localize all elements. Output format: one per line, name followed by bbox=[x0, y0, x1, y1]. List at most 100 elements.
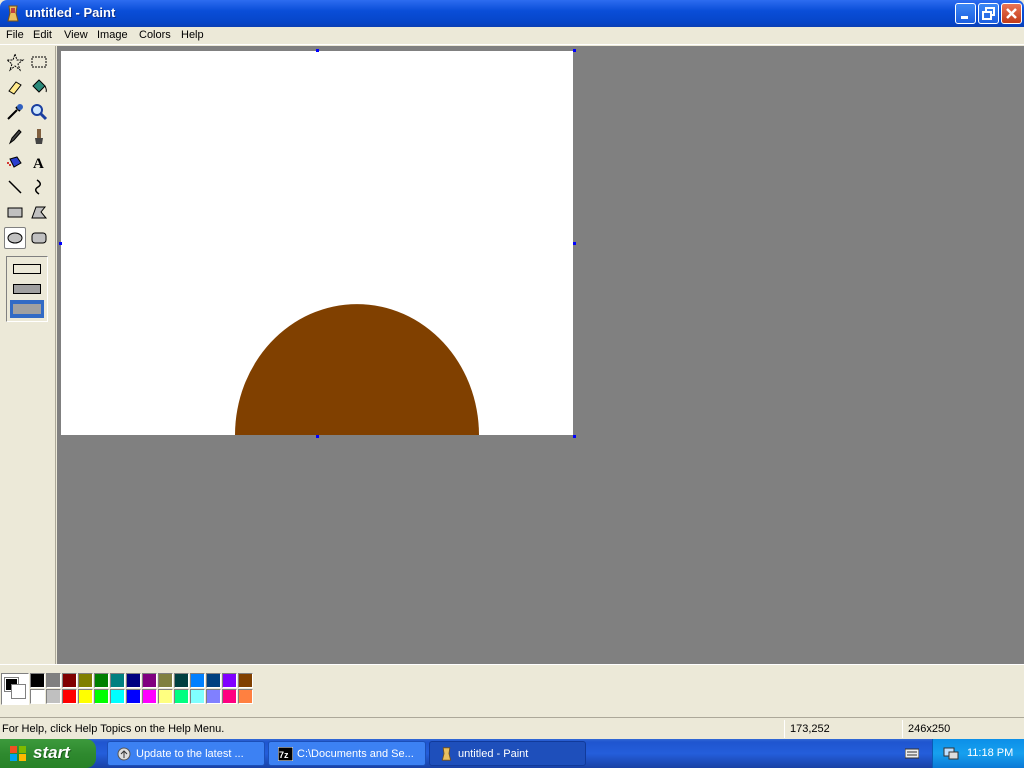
palette-swatch[interactable] bbox=[142, 689, 157, 704]
rounded-rectangle-icon bbox=[31, 232, 47, 244]
menu-view[interactable]: View bbox=[64, 29, 88, 41]
palette-swatch[interactable] bbox=[222, 689, 237, 704]
close-icon bbox=[1006, 8, 1017, 19]
ellipse-icon bbox=[7, 232, 23, 244]
resize-handle-left[interactable] bbox=[59, 242, 62, 245]
rect-select-icon bbox=[31, 56, 47, 68]
svg-text:A: A bbox=[33, 156, 44, 172]
title-bar[interactable]: untitled - Paint bbox=[0, 0, 1024, 27]
color-palette bbox=[30, 673, 256, 705]
palette-swatch[interactable] bbox=[62, 689, 77, 704]
brown-semicircle bbox=[235, 304, 479, 435]
palette-swatch[interactable] bbox=[190, 689, 205, 704]
palette-swatch[interactable] bbox=[126, 673, 141, 688]
palette-swatch[interactable] bbox=[110, 689, 125, 704]
resize-handle-top-right[interactable] bbox=[573, 49, 576, 52]
menu-colors[interactable]: Colors bbox=[139, 29, 171, 41]
rectangle-tool[interactable] bbox=[4, 201, 26, 223]
palette-swatch[interactable] bbox=[110, 673, 125, 688]
keyboard-icon[interactable] bbox=[905, 747, 919, 759]
palette-swatch[interactable] bbox=[142, 673, 157, 688]
curve-icon bbox=[35, 179, 41, 195]
magnifier-tool[interactable] bbox=[28, 101, 50, 123]
brush-tool[interactable] bbox=[28, 126, 50, 148]
star-select-icon bbox=[5, 52, 25, 72]
ellipse-tool[interactable] bbox=[4, 227, 26, 249]
drawing-canvas[interactable] bbox=[61, 51, 573, 435]
palette-swatch[interactable] bbox=[238, 689, 253, 704]
eraser-tool[interactable] bbox=[4, 76, 26, 98]
palette-swatch[interactable] bbox=[30, 689, 45, 704]
minimize-button[interactable] bbox=[955, 3, 976, 24]
background-color bbox=[11, 684, 26, 699]
airbrush-tool[interactable] bbox=[4, 151, 26, 173]
palette-swatch[interactable] bbox=[158, 673, 173, 688]
text-tool[interactable]: A bbox=[28, 151, 50, 173]
select-tool[interactable] bbox=[28, 51, 50, 73]
palette-swatch[interactable] bbox=[46, 673, 61, 688]
taskbar-label-update: Update to the latest ... bbox=[136, 748, 244, 760]
pencil-tool[interactable] bbox=[4, 126, 26, 148]
current-colors bbox=[1, 673, 29, 705]
filled-no-outline-option[interactable] bbox=[10, 300, 44, 318]
menu-image[interactable]: Image bbox=[97, 29, 128, 41]
palette-swatch[interactable] bbox=[78, 673, 93, 688]
palette-swatch[interactable] bbox=[238, 673, 253, 688]
palette-swatch[interactable] bbox=[30, 673, 45, 688]
magnifier-icon bbox=[31, 104, 48, 121]
palette-swatch[interactable] bbox=[190, 673, 205, 688]
status-selection-size: 246x250 bbox=[908, 723, 951, 735]
polygon-icon bbox=[31, 206, 48, 219]
paint-bucket-icon bbox=[32, 79, 47, 93]
window-title: untitled - Paint bbox=[25, 5, 116, 20]
menu-help[interactable]: Help bbox=[181, 29, 204, 41]
palette-swatch[interactable] bbox=[222, 673, 237, 688]
eraser-icon bbox=[8, 81, 22, 95]
tool-box: A bbox=[0, 46, 56, 664]
polygon-tool[interactable] bbox=[28, 201, 50, 223]
palette-swatch[interactable] bbox=[62, 673, 77, 688]
filled-with-outline-option[interactable] bbox=[10, 280, 44, 298]
paint-app-icon bbox=[7, 5, 19, 22]
resize-handle-bottom-right[interactable] bbox=[573, 435, 576, 438]
palette-swatch[interactable] bbox=[206, 673, 221, 688]
7zip-icon: 7z bbox=[278, 747, 293, 761]
fill-tool[interactable] bbox=[28, 76, 50, 98]
free-form-select-tool[interactable] bbox=[4, 51, 26, 73]
palette-swatch[interactable] bbox=[174, 689, 189, 704]
menu-file[interactable]: File bbox=[6, 29, 24, 41]
restore-icon bbox=[982, 7, 995, 20]
start-label: start bbox=[33, 743, 70, 762]
minimize-icon bbox=[961, 16, 968, 19]
palette-swatch[interactable] bbox=[94, 689, 109, 704]
fill-style-options bbox=[6, 256, 48, 322]
curve-tool[interactable] bbox=[28, 176, 50, 198]
rounded-rectangle-tool[interactable] bbox=[28, 227, 50, 249]
resize-handle-right[interactable] bbox=[573, 242, 576, 245]
taskbar-button-7zip[interactable]: 7z C:\Documents and Se... bbox=[268, 741, 426, 766]
taskbar-button-paint[interactable]: untitled - Paint bbox=[429, 741, 586, 766]
resize-handle-bottom[interactable] bbox=[316, 435, 319, 438]
menu-edit[interactable]: Edit bbox=[33, 29, 52, 41]
update-icon bbox=[117, 747, 131, 761]
palette-swatch[interactable] bbox=[78, 689, 93, 704]
palette-swatch[interactable] bbox=[46, 689, 61, 704]
restore-button[interactable] bbox=[978, 3, 999, 24]
taskbar: start Update to the latest ... 7z C:\Doc… bbox=[0, 739, 1024, 768]
palette-swatch[interactable] bbox=[126, 689, 141, 704]
menu-bar: File Edit View Image Colors Help bbox=[0, 27, 1024, 45]
pick-color-tool[interactable] bbox=[4, 101, 26, 123]
close-button[interactable] bbox=[1001, 3, 1022, 24]
start-button[interactable]: start bbox=[0, 739, 96, 768]
taskbar-button-update[interactable]: Update to the latest ... bbox=[107, 741, 265, 766]
canvas-drawing bbox=[235, 304, 479, 435]
network-icon[interactable] bbox=[943, 746, 959, 761]
outline-only-option[interactable] bbox=[10, 260, 44, 278]
line-tool[interactable] bbox=[4, 176, 26, 198]
palette-swatch[interactable] bbox=[174, 673, 189, 688]
airbrush-icon bbox=[7, 156, 22, 168]
palette-swatch[interactable] bbox=[158, 689, 173, 704]
resize-handle-top[interactable] bbox=[316, 49, 319, 52]
palette-swatch[interactable] bbox=[94, 673, 109, 688]
palette-swatch[interactable] bbox=[206, 689, 221, 704]
